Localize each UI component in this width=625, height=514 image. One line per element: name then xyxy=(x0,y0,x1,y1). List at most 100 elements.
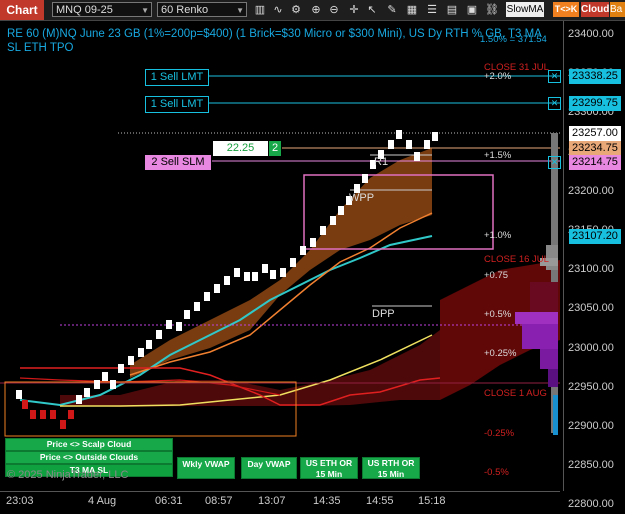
slow-ma-button[interactable]: SlowMA xyxy=(506,2,544,17)
price-tick-label: 22800.00 xyxy=(568,498,614,511)
instrument-selector[interactable]: MNQ 09-25 ▼ xyxy=(52,2,152,17)
time-label: 14:55 xyxy=(366,495,394,507)
strategy-icon[interactable]: ⚙ xyxy=(288,2,304,18)
properties-icon[interactable]: ☰ xyxy=(424,2,440,18)
price-tick-label: 23000.00 xyxy=(568,341,614,354)
renko-brick xyxy=(194,302,200,311)
chevron-down-icon: ▼ xyxy=(236,6,244,15)
sell-lmt-order-1[interactable]: 1 Sell LMT xyxy=(145,69,209,86)
price-tag-sell-lmt-2: 23299.75 xyxy=(569,96,621,111)
outside-clouds-button[interactable]: Price <> Outside Clouds xyxy=(5,451,173,464)
time-label: 23:03 xyxy=(6,495,34,507)
price-tag-indicator: 23107.20 xyxy=(569,229,621,244)
wpp-label: WPP xyxy=(349,192,375,204)
close-icon[interactable]: ✕ xyxy=(548,97,561,110)
chevron-down-icon: ▼ xyxy=(141,6,149,15)
renko-brick xyxy=(362,174,368,183)
crosshair-icon[interactable]: ✛ xyxy=(346,2,362,18)
us-rth-or-button[interactable]: US RTH OR 15 Min xyxy=(362,457,420,479)
pct-minus-0-5-label: -0.5% xyxy=(484,467,509,478)
time-label: 14:35 xyxy=(313,495,341,507)
close-icon[interactable]: ✕ xyxy=(548,156,561,169)
zoom-in-icon[interactable]: ⊕ xyxy=(308,2,324,18)
renko-brick xyxy=(156,330,162,339)
renko-brick xyxy=(214,284,220,293)
tck-button[interactable]: T<>K xyxy=(553,2,579,17)
data-box-icon[interactable]: ▤ xyxy=(444,2,460,18)
ba-button[interactable]: Ba xyxy=(610,2,625,17)
pointer-icon[interactable]: ↖ xyxy=(364,2,380,18)
link-icon[interactable]: ⛓ xyxy=(484,2,500,18)
renko-brick xyxy=(280,268,286,277)
chart-toolbar: Chart MNQ 09-25 ▼ 60 Renko ▼ ▥ ∿ ⚙ ⊕ ⊖ ✛… xyxy=(0,0,625,21)
renko-brick xyxy=(16,390,22,399)
chart-title: RE 60 (M)NQ June 23 GB (1%=200p=$400) (1… xyxy=(7,28,542,54)
renko-brick xyxy=(84,388,90,397)
instrument-label: MNQ 09-25 xyxy=(56,4,113,16)
us-eth-or-button[interactable]: US ETH OR 15 Min xyxy=(300,457,358,479)
position-pnl[interactable]: 22.25 xyxy=(213,141,268,156)
close-icon[interactable]: ✕ xyxy=(548,70,561,83)
renko-brick xyxy=(424,140,430,149)
renko-brick xyxy=(330,216,336,225)
title-overlap-text: 1.50% = 371.54 xyxy=(480,34,547,45)
chart-tab[interactable]: Chart xyxy=(0,0,44,20)
bar-type-label: 60 Renko xyxy=(161,4,209,16)
day-vwap-button[interactable]: Day VWAP xyxy=(241,457,297,479)
renko-brick xyxy=(22,400,28,409)
renko-brick xyxy=(300,246,306,255)
time-label: 08:57 xyxy=(205,495,233,507)
chart-plot-area[interactable] xyxy=(0,21,560,491)
price-tag-sell-slm: 23214.75 xyxy=(569,155,621,170)
drawing-tools-icon[interactable]: ✎ xyxy=(384,2,400,18)
renko-brick xyxy=(204,292,210,301)
sell-slm-order[interactable]: 2 Sell SLM xyxy=(145,155,211,170)
pct-plus-0-25-label: +0.25% xyxy=(484,348,517,359)
sell-lmt-order-2[interactable]: 1 Sell LMT xyxy=(145,96,209,113)
renko-brick xyxy=(184,310,190,319)
renko-brick xyxy=(40,410,46,419)
layout-icon[interactable]: ▣ xyxy=(464,2,480,18)
bar-type-selector[interactable]: 60 Renko ▼ xyxy=(157,2,247,17)
renko-brick xyxy=(60,420,66,429)
pct-plus-0-5-label: +0.5% xyxy=(484,309,512,320)
renko-brick xyxy=(338,206,344,215)
bars-icon[interactable]: ▥ xyxy=(252,2,268,18)
renko-brick xyxy=(414,152,420,161)
close-16-jul-label: CLOSE 16 JUL xyxy=(484,254,549,265)
renko-brick xyxy=(252,272,258,281)
pct-plus-1-5-label: +1.5% xyxy=(484,150,512,161)
renko-brick xyxy=(50,410,56,419)
wkly-vwap-button[interactable]: Wkly VWAP xyxy=(177,457,235,479)
renko-brick xyxy=(244,272,250,281)
price-tag-position: 23234.75 xyxy=(569,141,621,156)
renko-brick xyxy=(110,380,116,389)
indicator-icon[interactable]: ∿ xyxy=(270,2,286,18)
pct-plus-0-75-label: +0.75 xyxy=(484,270,509,281)
cloud-button[interactable]: Cloud xyxy=(581,2,609,17)
renko-brick xyxy=(224,276,230,285)
renko-brick xyxy=(128,356,134,365)
zoom-out-icon[interactable]: ⊖ xyxy=(326,2,342,18)
scalp-cloud-button[interactable]: Price <> Scalp Cloud xyxy=(5,438,173,451)
renko-brick xyxy=(432,132,438,141)
renko-brick xyxy=(406,140,412,149)
renko-brick xyxy=(176,322,182,331)
price-tag-last: 23257.00 xyxy=(569,126,621,141)
position-qty[interactable]: 2 xyxy=(269,141,281,156)
price-tick-label: 22900.00 xyxy=(568,420,614,432)
renko-brick xyxy=(102,372,108,381)
grid-icon[interactable]: ▦ xyxy=(404,2,420,18)
renko-brick xyxy=(388,140,394,149)
dpp-label: DPP xyxy=(372,308,395,320)
renko-brick xyxy=(396,130,402,139)
close-1-aug-label: CLOSE 1 AUG xyxy=(484,388,547,399)
time-label: 4 Aug xyxy=(88,495,117,507)
renko-brick xyxy=(320,226,326,235)
renko-brick xyxy=(118,364,124,373)
renko-brick xyxy=(262,264,268,273)
pct-plus-2-label: +2.0% xyxy=(484,71,512,82)
price-tick-label: 22950.00 xyxy=(568,380,614,393)
time-label: 06:31 xyxy=(155,495,183,507)
price-tag-sell-lmt-1: 23338.25 xyxy=(569,69,621,84)
